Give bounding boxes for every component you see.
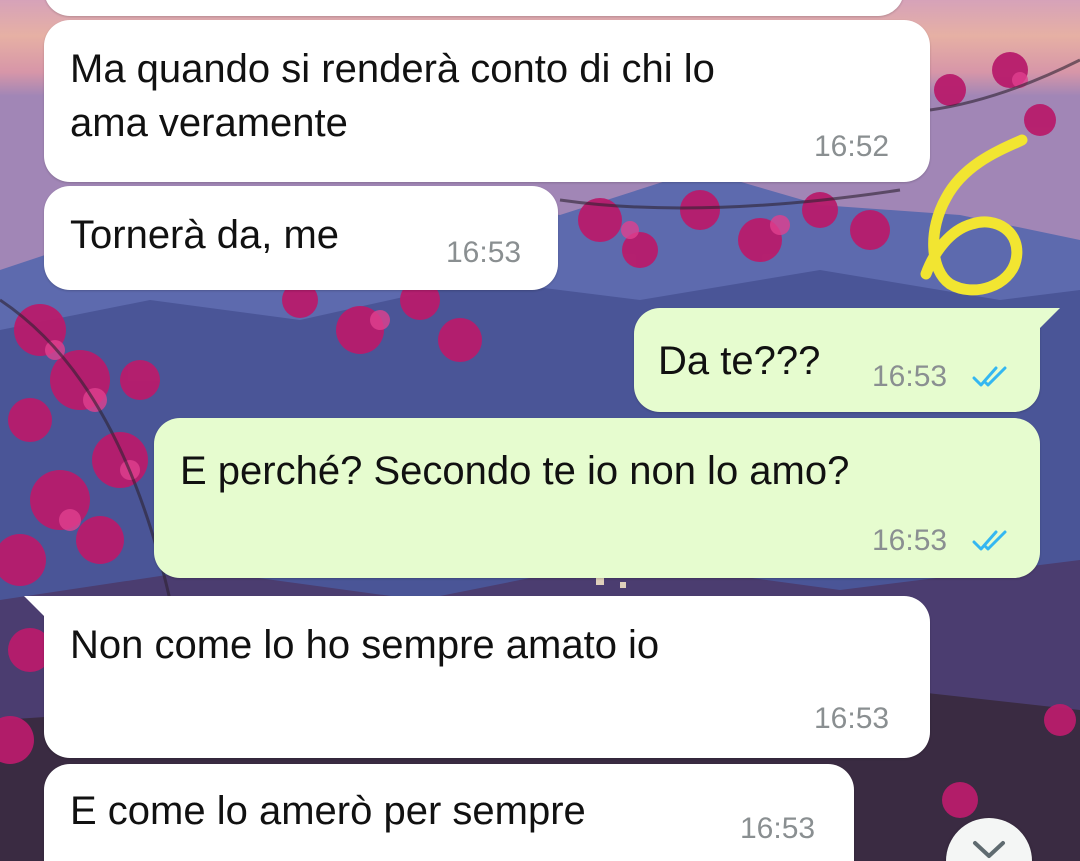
message-bubble-incoming[interactable]: Ma quando si renderà conto di chi lo ama…: [44, 20, 930, 182]
message-text: Da te???: [658, 339, 821, 383]
message-timestamp: 16:53: [446, 236, 522, 269]
message-bubble-incoming[interactable]: Tornerà da, me 16:53: [44, 186, 558, 290]
message-bubble-outgoing[interactable]: Da te??? 16:53: [634, 308, 1040, 412]
message-bubble-previous-edge[interactable]: [44, 0, 904, 16]
message-bubble-outgoing[interactable]: E perché? Secondo te io non lo amo? 16:5…: [154, 418, 1040, 578]
message-timestamp: 16:53: [872, 360, 948, 393]
message-text: Non come lo ho sempre amato io: [70, 623, 660, 667]
bubble-tail-incoming: [24, 596, 46, 618]
handwritten-annotation: [920, 134, 1028, 296]
double-check-icon: [972, 530, 1007, 551]
chevron-down-icon: [973, 841, 1005, 858]
message-timestamp: 16:52: [814, 130, 890, 163]
message-timestamp: 16:53: [872, 524, 948, 557]
double-check-icon: [972, 366, 1007, 387]
bubble-tail-outgoing: [1038, 308, 1060, 330]
message-timestamp: 16:53: [740, 812, 816, 845]
message-text: E come lo amerò per sempre: [70, 789, 586, 833]
message-timestamp: 16:53: [814, 702, 890, 735]
message-text: Ma quando si renderà conto di chi lo ama…: [70, 42, 715, 150]
message-bubble-incoming[interactable]: E come lo amerò per sempre 16:53: [44, 764, 854, 861]
message-text-line: ama veramente: [70, 101, 348, 145]
message-text: E perché? Secondo te io non lo amo?: [180, 449, 850, 493]
message-bubble-incoming[interactable]: Non come lo ho sempre amato io 16:53: [44, 596, 930, 758]
message-text-line: Ma quando si renderà conto di chi lo: [70, 47, 715, 91]
message-text: Tornerà da, me: [70, 213, 340, 257]
